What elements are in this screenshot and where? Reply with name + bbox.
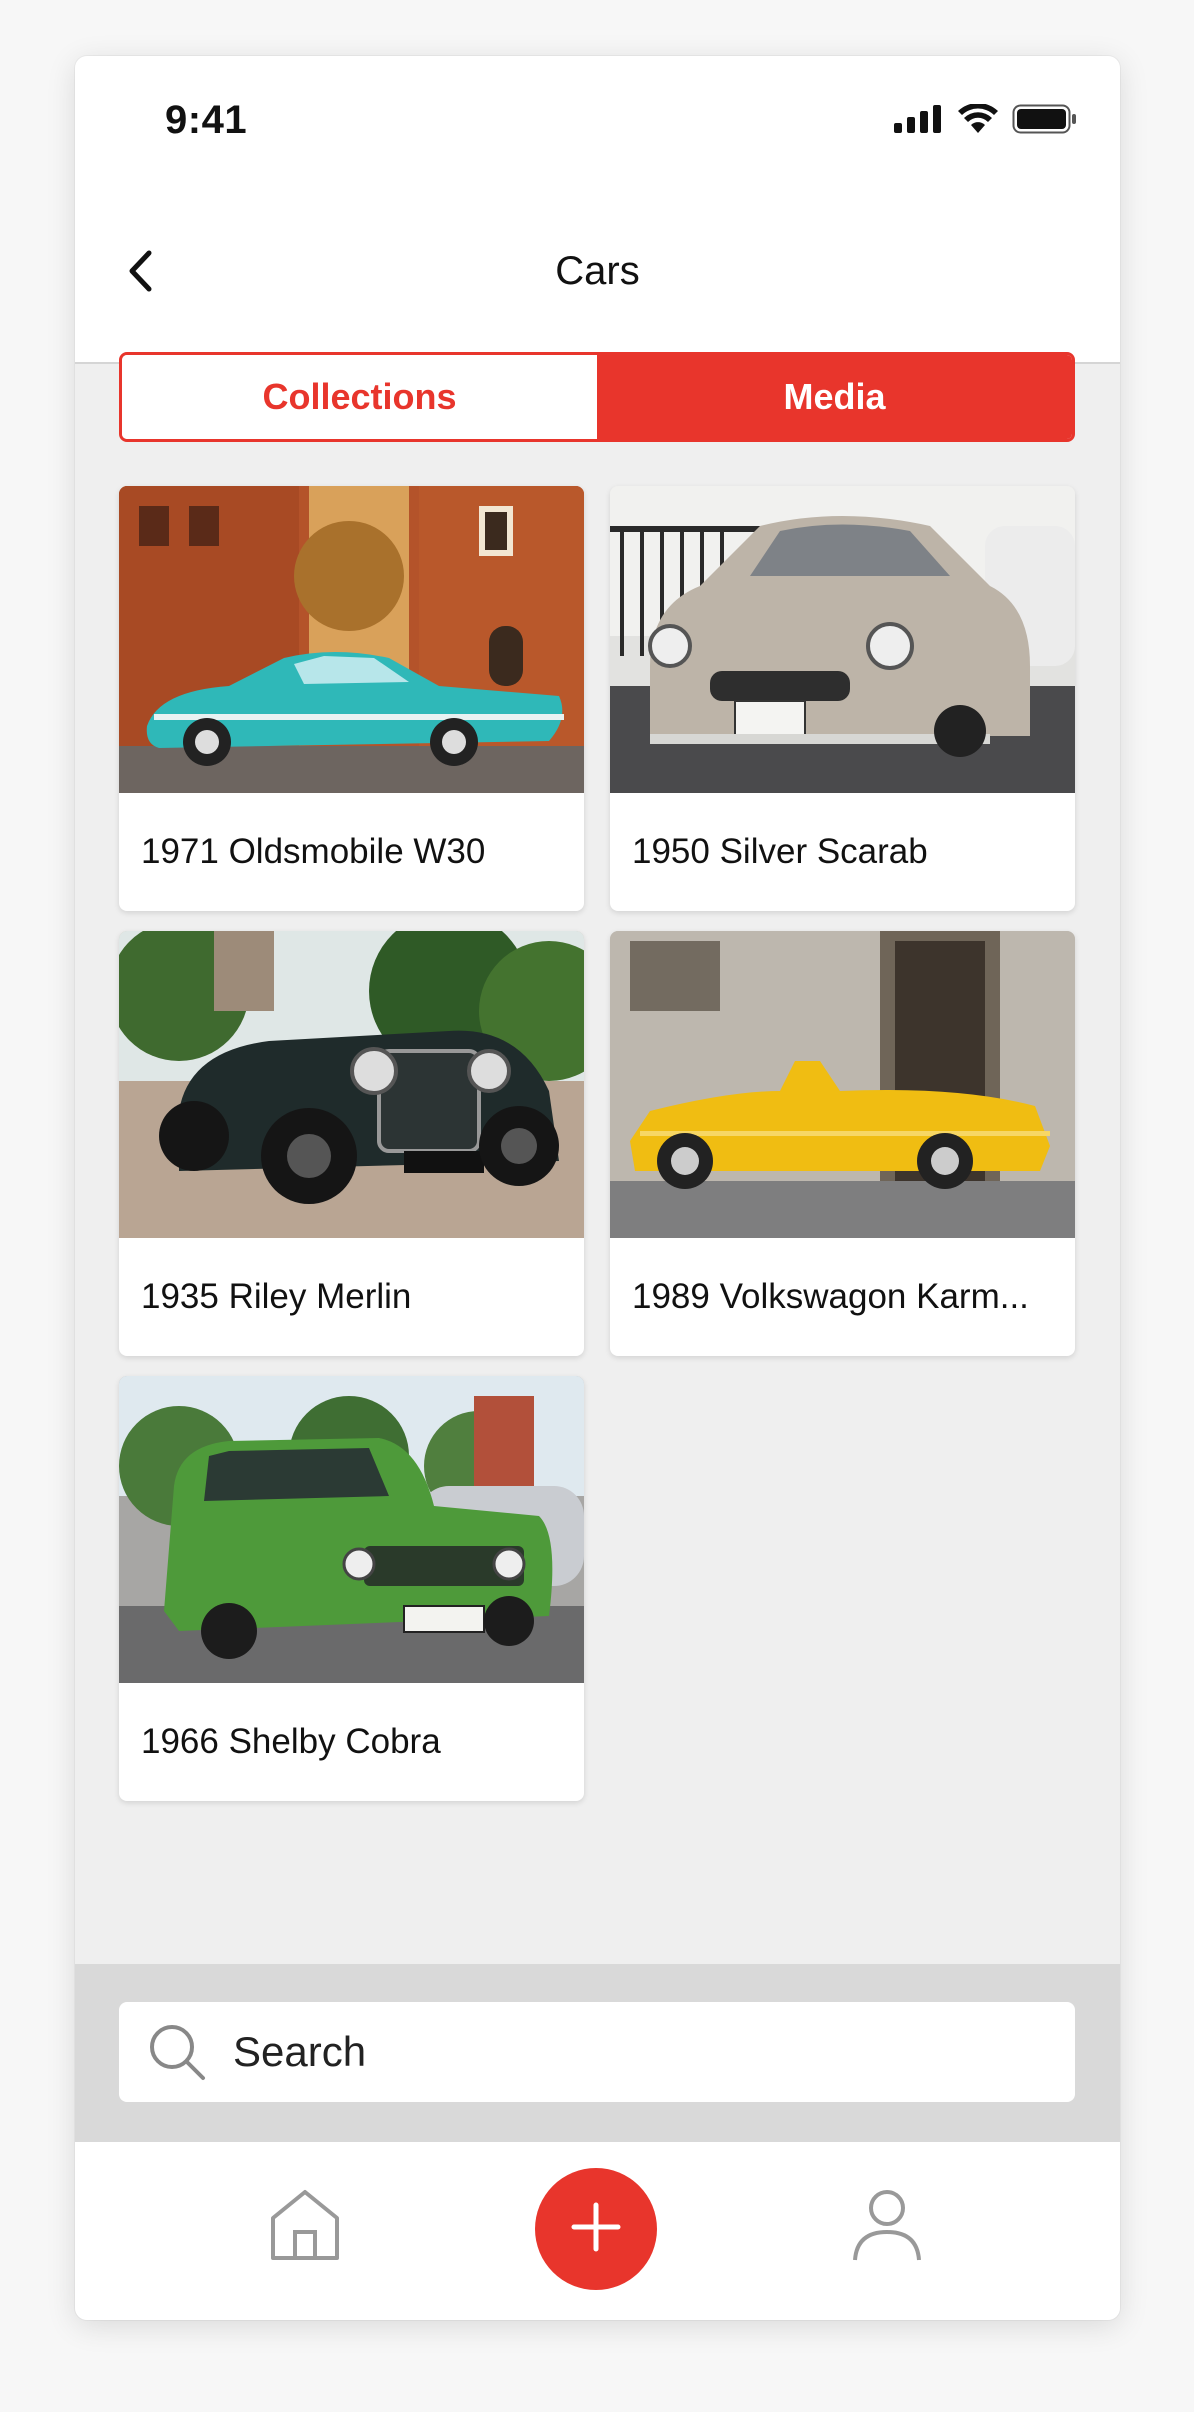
navigation-bar: Cars [75,236,1120,364]
card-title: 1950 Silver Scarab [632,832,928,871]
segment-media[interactable]: Media [597,355,1072,439]
tab-bar [75,2142,1120,2320]
search-bar[interactable] [119,2002,1075,2102]
segmented-control: Collections Media [119,352,1075,442]
media-card[interactable]: 1950 Silver Scarab [610,486,1075,911]
media-card[interactable]: 1971 Oldsmobile W30 [119,486,584,911]
beige-classic-car-photo [610,486,1075,793]
search-icon [147,2022,207,2082]
card-title: 1966 Shelby Cobra [141,1722,441,1761]
media-card[interactable]: 1966 Shelby Cobra [119,1376,584,1801]
signal-icon [894,105,944,138]
tab-profile[interactable] [847,2187,927,2267]
phone-screen: 9:41 Cars Collections Media 1971 Oldsmob… [75,56,1120,2320]
media-card[interactable]: 1989 Volkswagon Karm... [610,931,1075,1356]
search-input[interactable] [231,2027,1035,2077]
tab-home[interactable] [265,2187,345,2267]
card-title: 1989 Volkswagon Karm... [632,1277,1029,1316]
yellow-convertible-photo [610,931,1075,1238]
card-title: 1971 Oldsmobile W30 [141,832,486,871]
status-icons [894,103,1078,139]
battery-icon [1012,104,1078,139]
segment-collections[interactable]: Collections [122,355,597,439]
plus-icon [570,2201,622,2258]
wifi-icon [958,103,998,139]
profile-icon [851,2188,923,2267]
page-title: Cars [555,249,640,293]
media-card[interactable]: 1935 Riley Merlin [119,931,584,1356]
status-bar: 9:41 [75,56,1120,236]
dark-green-vintage-car-photo [119,931,584,1238]
green-hatchback-photo [119,1376,584,1683]
search-bar-container [75,1964,1120,2142]
home-icon [269,2188,341,2267]
status-time: 9:41 [165,98,248,142]
add-button[interactable] [535,2168,657,2290]
card-title: 1935 Riley Merlin [141,1277,412,1316]
turquoise-classic-car-photo [119,486,584,793]
